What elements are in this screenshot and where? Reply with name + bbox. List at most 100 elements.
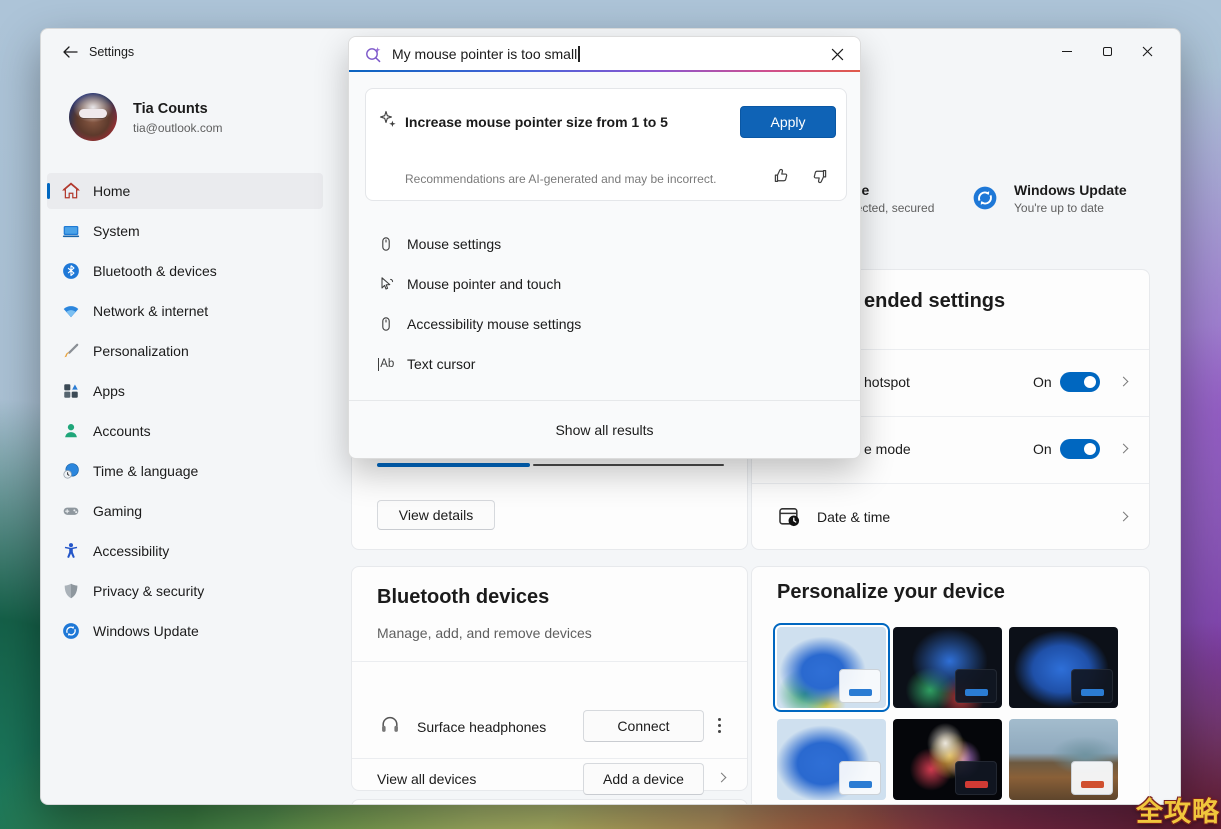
theme-preview-window — [839, 669, 881, 703]
text-cursor-glyph: Ab — [378, 358, 395, 371]
show-all-results-button[interactable]: Show all results — [349, 415, 860, 445]
user-email: tia@outlook.com — [133, 121, 223, 135]
windows-update-subtitle: You're up to date — [1014, 201, 1104, 215]
sidebar-item-label: Accounts — [93, 423, 151, 439]
search-result-label: Text cursor — [407, 356, 475, 372]
theme-tile-landscape-photo[interactable] — [1009, 719, 1118, 800]
recommendation-title: Increase mouse pointer size from 1 to 5 — [405, 114, 668, 130]
sidebar-item-accounts[interactable]: Accounts — [47, 413, 323, 449]
sidebar-item-bluetooth[interactable]: Bluetooth & devices — [47, 253, 323, 289]
gaming-icon — [61, 501, 81, 521]
personalization-icon — [61, 341, 81, 361]
minimize-button[interactable] — [1047, 37, 1087, 65]
search-result-accessibility-mouse[interactable]: Accessibility mouse settings — [349, 304, 860, 344]
network-icon — [61, 301, 81, 321]
storage-free-bar — [533, 464, 724, 466]
sidebar-item-apps[interactable]: Apps — [47, 373, 323, 409]
headphones-icon — [379, 713, 401, 740]
screen: Settings Tia Counts tia@outlook.com Home — [0, 0, 1221, 829]
chevron-right-icon — [1119, 512, 1129, 522]
sidebar-item-accessibility[interactable]: Accessibility — [47, 533, 323, 569]
theme-preview-window — [955, 669, 997, 703]
network-status-fragment: nected, secured — [849, 201, 934, 215]
search-accent-gradient — [349, 70, 860, 72]
theme-tile-bloom-light-blue[interactable] — [777, 719, 886, 800]
sidebar-item-system[interactable]: System — [47, 213, 323, 249]
mode-toggle[interactable] — [1060, 439, 1100, 459]
sidebar-item-gaming[interactable]: Gaming — [47, 493, 323, 529]
thumbs-down-icon[interactable] — [809, 165, 831, 187]
view-details-button[interactable]: View details — [377, 500, 495, 530]
more-options-kebab-icon[interactable] — [718, 718, 721, 733]
mouse-icon — [377, 235, 395, 253]
theme-preview-window — [955, 761, 997, 795]
mode-state-label: On — [1033, 441, 1052, 457]
accounts-icon — [61, 421, 81, 441]
sidebar-item-label: Privacy & security — [93, 583, 204, 599]
accessibility-icon — [61, 541, 81, 561]
search-result-mouse-pointer-touch[interactable]: Mouse pointer and touch — [349, 264, 860, 304]
maximize-icon — [1103, 47, 1112, 56]
maximize-button[interactable] — [1087, 37, 1127, 65]
bluetooth-card-title: Bluetooth devices — [377, 586, 549, 609]
sidebar-item-time-language[interactable]: Time & language — [47, 453, 323, 489]
hotspot-toggle[interactable] — [1060, 372, 1100, 392]
bluetooth-device-name: Surface headphones — [417, 719, 546, 735]
connect-button[interactable]: Connect — [583, 710, 704, 742]
search-input[interactable]: My mouse pointer is too small — [349, 37, 860, 70]
windows-update-title: Windows Update — [1014, 182, 1127, 198]
theme-preview-window — [839, 761, 881, 795]
search-dropdown: My mouse pointer is too small Increase m… — [348, 36, 861, 459]
chevron-right-icon[interactable] — [717, 773, 727, 783]
home-icon — [61, 181, 81, 201]
search-query-text: My mouse pointer is too small — [392, 46, 577, 62]
avatar[interactable] — [69, 93, 117, 141]
sidebar-item-windows-update[interactable]: Windows Update — [47, 613, 323, 649]
pointer-touch-icon — [377, 275, 395, 293]
window-title: Settings — [89, 45, 134, 59]
storage-used-bar — [377, 463, 530, 467]
ai-recommendation-card: Increase mouse pointer size from 1 to 5 … — [365, 88, 847, 201]
add-device-button[interactable]: Add a device — [583, 763, 704, 795]
personalize-card: Personalize your device — [751, 566, 1150, 805]
theme-tile-bloom-dark-rainbow[interactable] — [893, 627, 1002, 708]
close-button[interactable] — [1127, 37, 1167, 65]
apply-button[interactable]: Apply — [740, 106, 836, 138]
sidebar-item-network[interactable]: Network & internet — [47, 293, 323, 329]
sparkle-icon — [379, 110, 397, 133]
chevron-right-icon[interactable] — [1119, 377, 1129, 387]
date-time-label: Date & time — [817, 509, 890, 525]
divider — [352, 661, 747, 662]
back-arrow-icon — [62, 46, 78, 58]
windows-update-status-icon — [972, 185, 998, 216]
search-result-text-cursor[interactable]: Ab Text cursor — [349, 344, 860, 384]
search-close-button[interactable] — [828, 45, 846, 63]
user-name: Tia Counts — [133, 101, 208, 117]
back-button[interactable] — [55, 41, 85, 63]
personalize-title: Personalize your device — [777, 581, 1005, 604]
mouse-icon — [377, 315, 395, 333]
system-icon — [61, 221, 81, 241]
sidebar-item-label: Personalization — [93, 343, 189, 359]
sidebar-item-personalization[interactable]: Personalization — [47, 333, 323, 369]
sidebar-item-label: Home — [93, 183, 130, 199]
apps-icon — [61, 381, 81, 401]
chevron-right-icon[interactable] — [1119, 444, 1129, 454]
sidebar-item-privacy[interactable]: Privacy & security — [47, 573, 323, 609]
date-time-icon — [777, 504, 801, 533]
search-result-label: Mouse pointer and touch — [407, 276, 561, 292]
minimize-icon — [1062, 51, 1072, 52]
theme-tile-bloom-dark-blue[interactable] — [1009, 627, 1118, 708]
theme-tile-bloom-light[interactable] — [777, 627, 886, 708]
mode-row-label-fragment: e mode — [864, 441, 911, 457]
date-time-row[interactable]: Date & time — [752, 483, 1149, 551]
close-icon — [1142, 46, 1153, 57]
search-result-mouse-settings[interactable]: Mouse settings — [349, 224, 860, 264]
sidebar-item-home[interactable]: Home — [47, 173, 323, 209]
windows-update-icon — [61, 621, 81, 641]
thumbs-up-icon[interactable] — [770, 165, 792, 187]
theme-tile-abstract-dark-flower[interactable] — [893, 719, 1002, 800]
view-all-devices-link[interactable]: View all devices — [377, 771, 476, 787]
divider — [349, 400, 860, 401]
bluetooth-card-subtitle: Manage, add, and remove devices — [377, 625, 592, 641]
